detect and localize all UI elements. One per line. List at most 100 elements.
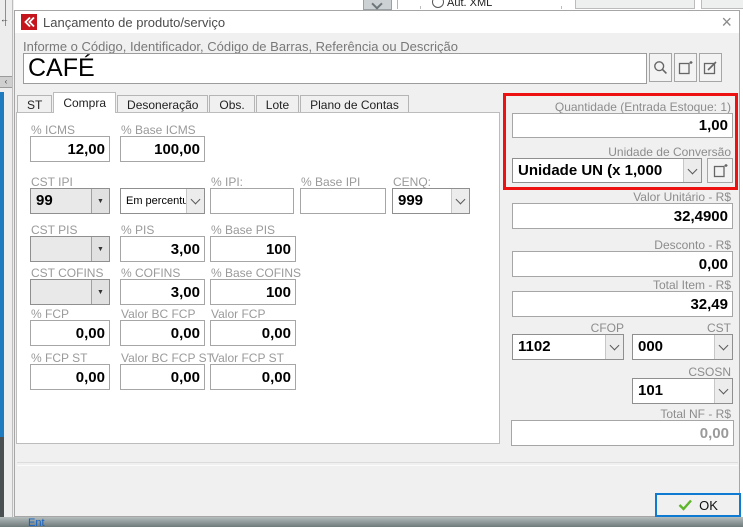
pis-label: % PIS [121,223,154,237]
new-document-icon [678,60,693,75]
background-field-2 [701,0,743,9]
cst-cofins-combo[interactable]: ▼ [30,279,110,305]
desconto-label: Desconto - R$ [511,238,731,252]
base-icms-input[interactable] [120,136,205,162]
total-item-label: Total Item - R$ [511,278,731,292]
dropdown-arrow-icon[interactable]: ▼ [91,280,109,304]
ok-button[interactable]: OK [655,493,741,517]
search-button[interactable] [649,53,672,82]
fcp-st-label: % FCP ST [31,351,87,365]
new-product-button[interactable] [674,53,697,82]
total-item-input[interactable] [512,291,733,317]
search-icon [653,60,668,75]
unidade-label: Unidade de Conversão [511,145,731,159]
cst-pis-label: CST PIS [31,223,77,237]
fcp-label: % FCP [31,307,69,321]
edit-icon [703,60,718,75]
icms-input[interactable] [30,136,110,162]
ipi-input[interactable] [210,188,294,214]
dialog-title: Lançamento de produto/serviço [43,15,225,30]
tab-bar: ST Compra Desoneração Obs. Lote Plano de… [17,92,410,113]
base-pis-label: % Base PIS [211,223,275,237]
cenq-combo[interactable]: 999 [392,188,470,214]
cfop-combo[interactable]: 1102 [512,334,624,360]
chevron-down-icon [371,0,382,10]
csosn-combo[interactable]: 101 [632,378,733,404]
base-cofins-input[interactable] [210,279,296,305]
new-unit-button[interactable] [707,158,733,183]
cst-combo[interactable]: 000 [632,334,733,360]
edit-product-button[interactable] [699,53,722,82]
valor-bc-fcp-input[interactable] [120,320,205,346]
valor-bc-fcp-label: Valor BC FCP [121,307,195,321]
valor-unitario-label: Valor Unitário - R$ [511,190,731,204]
chevron-down-icon [719,385,729,395]
background-bottom-link: Ent [28,517,45,527]
background-left-border [12,0,13,527]
base-cofins-label: % Base COFINS [211,266,301,280]
base-icms-label: % Base ICMS [121,123,196,137]
chevron-down-icon [191,195,201,205]
product-entry-dialog: Lançamento de produto/serviço × Informe … [14,10,740,517]
total-nf-input [511,420,734,446]
chevron-down-icon [456,195,466,205]
quantidade-input[interactable] [512,113,733,138]
cenq-label: CENQ: [393,175,431,189]
product-search-input[interactable] [23,53,647,84]
cst-pis-combo[interactable]: ▼ [30,236,110,262]
csosn-label: CSOSN [631,365,731,379]
chevron-down-icon [610,341,620,351]
valor-fcp-label: Valor FCP [211,307,265,321]
cofins-input[interactable] [120,279,205,305]
base-ipi-label: % Base IPI [301,175,360,189]
cst-cofins-label: CST COFINS [31,266,103,280]
cst-ipi-combo[interactable]: 99 ▼ [30,188,110,214]
background-left-dark-strip [0,437,4,517]
dropdown-arrow-icon[interactable]: ▼ [91,189,109,213]
pis-input[interactable] [120,236,205,262]
base-pis-input[interactable] [210,236,296,262]
compra-tab-page: % ICMS % Base ICMS CST IPI 99 ▼ Em perce… [16,112,500,444]
footer-separator [17,462,738,466]
base-ipi-input[interactable] [300,188,386,214]
background-splitter[interactable]: ‹ [0,76,12,88]
valor-fcp-st-input[interactable] [210,364,296,390]
unidade-combo[interactable]: Unidade UN (x 1,000 [512,158,702,183]
valor-unitario-input[interactable] [512,203,733,229]
desconto-input[interactable] [512,251,733,277]
fcp-input[interactable] [30,320,110,346]
cst-label: CST [631,321,731,335]
dialog-titlebar: Lançamento de produto/serviço × [15,11,739,33]
tab-st[interactable]: ST [17,95,52,113]
background-dropdown-button[interactable] [363,0,392,10]
total-nf-label: Total NF - R$ [511,407,731,421]
search-header-label: Informe o Código, Identificador, Código … [23,39,458,54]
cst-ipi-label: CST IPI [31,175,73,189]
background-scrollbar[interactable] [0,92,4,437]
tab-plano-de-contas[interactable]: Plano de Contas [300,95,409,113]
background-arrow-icon: ← [0,14,9,24]
close-icon[interactable]: × [721,12,732,32]
valor-bc-fcp-st-input[interactable] [120,364,205,390]
background-bottom-bar [0,517,743,527]
tab-compra[interactable]: Compra [53,92,116,113]
tab-desoneracao[interactable]: Desoneração [117,95,208,113]
dropdown-arrow-icon[interactable]: ▼ [91,237,109,261]
chevron-down-icon [688,164,698,174]
ipi-label: % IPI: [211,175,243,189]
valor-fcp-st-label: Valor FCP ST [211,351,284,365]
chevron-down-icon [719,341,729,351]
tab-lote[interactable]: Lote [256,95,299,113]
ok-button-label: OK [699,498,718,513]
cfop-label: CFOP [512,321,624,335]
background-separator [397,0,398,9]
ipi-mode-combo[interactable]: Em percentual [120,188,205,214]
app-logo-icon [21,14,37,30]
icms-label: % ICMS [31,123,75,137]
new-document-icon [713,163,728,178]
valor-fcp-input[interactable] [210,320,296,346]
fcp-st-input[interactable] [30,364,110,390]
background-field-1 [575,0,695,9]
quantidade-label: Quantidade (Entrada Estoque: 1) [511,100,731,114]
tab-obs[interactable]: Obs. [209,95,254,113]
